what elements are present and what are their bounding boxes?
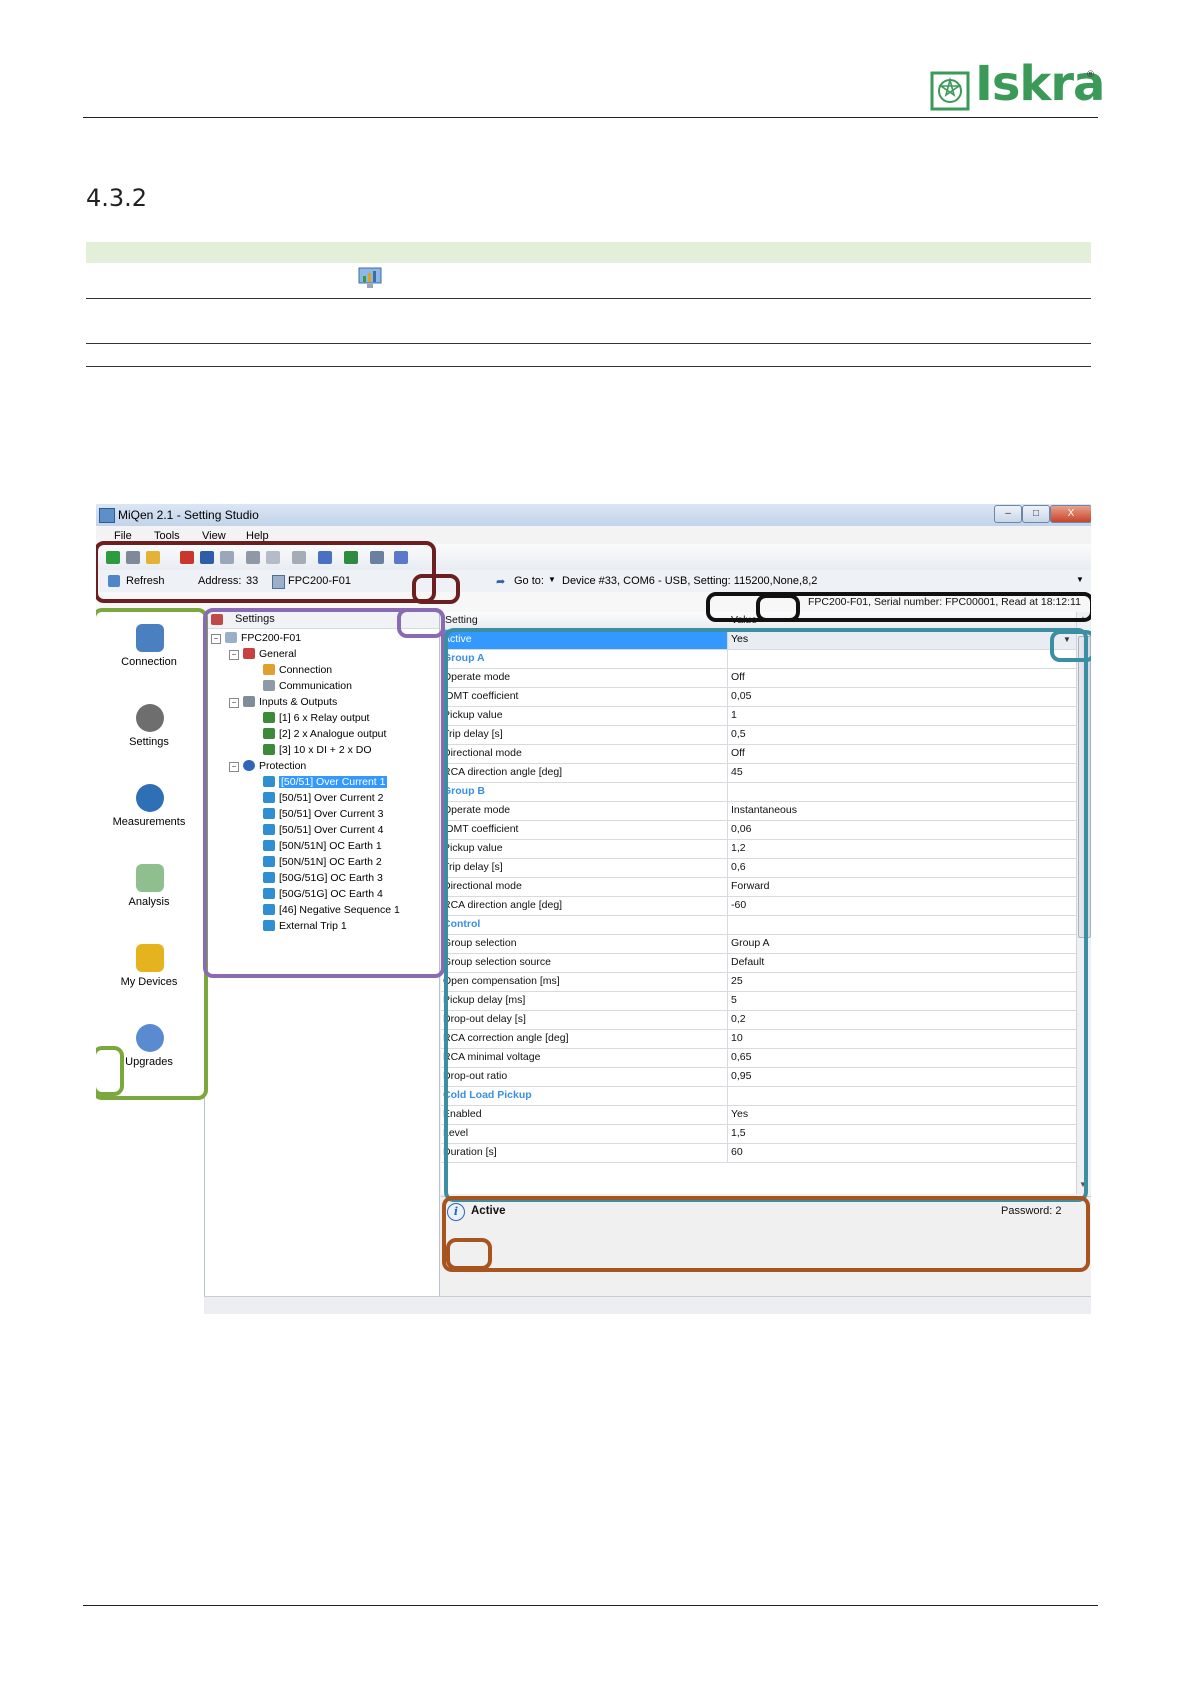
device-info: Device #33, COM6 - USB, Setting: 115200,…: [562, 575, 818, 587]
annotation-toolbar-frame: [96, 541, 436, 603]
minimize-button[interactable]: –: [994, 505, 1022, 523]
goto-dropdown-icon[interactable]: ▼: [548, 575, 556, 584]
annotation-nav-marker: [96, 1046, 124, 1096]
annotation-toolbar-marker: [412, 574, 460, 604]
goto-button[interactable]: Go to:: [514, 575, 544, 587]
table-header-band: [86, 242, 1091, 263]
status-bar: [204, 1296, 1091, 1314]
address-dropdown-icon[interactable]: ▼: [1076, 575, 1084, 584]
maximize-button[interactable]: □: [1022, 505, 1050, 523]
logo-registered-mark: ®: [1086, 70, 1095, 80]
annotation-tree-marker: [397, 608, 445, 638]
annotation-info-marker: [446, 1238, 492, 1270]
annotation-grid-marker: [1050, 630, 1091, 662]
logo-wordmark: Iskra: [975, 56, 1105, 112]
iskra-logo-icon: [930, 71, 970, 111]
table-rule-1: [86, 298, 1091, 299]
annotation-status-marker: [756, 594, 800, 622]
annotation-info-frame: [442, 1196, 1090, 1272]
close-button[interactable]: X: [1050, 505, 1091, 523]
title-bar: MiQen 2.1 - Setting Studio – □ X: [96, 504, 1091, 526]
header-rule: [83, 117, 1098, 118]
table-rule-2: [86, 343, 1091, 344]
section-number: 4.3.2: [86, 184, 148, 212]
annotation-grid-frame: [444, 628, 1088, 1202]
app-icon: [99, 508, 115, 523]
window-title: MiQen 2.1 - Setting Studio: [118, 508, 259, 522]
annotation-nav-frame: [96, 608, 208, 1100]
column-setting[interactable]: Setting: [445, 614, 478, 626]
goto-arrow-icon[interactable]: ➦: [496, 575, 505, 588]
setting-studio-window: MiQen 2.1 - Setting Studio – □ X File To…: [96, 504, 1091, 1314]
footer-rule: [83, 1605, 1098, 1606]
annotation-tree-frame: [203, 608, 445, 978]
monitor-chart-icon: [358, 267, 382, 288]
table-rule-3: [86, 366, 1091, 367]
